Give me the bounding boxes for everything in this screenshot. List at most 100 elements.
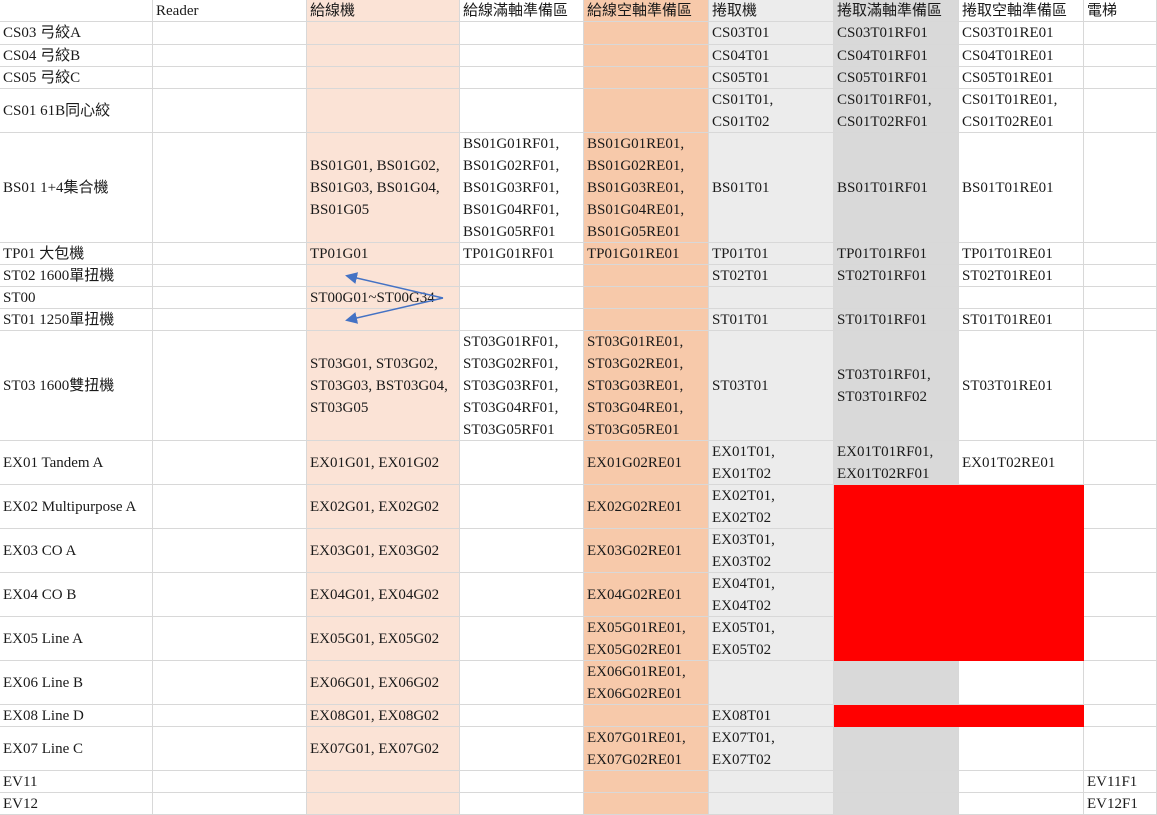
- table-cell[interactable]: [460, 287, 584, 309]
- table-cell[interactable]: [460, 67, 584, 89]
- table-cell[interactable]: ST02T01: [709, 265, 834, 287]
- row-label[interactable]: EX06 Line B: [0, 661, 153, 705]
- table-cell[interactable]: [153, 485, 307, 529]
- table-cell[interactable]: [307, 265, 460, 287]
- table-cell[interactable]: [153, 45, 307, 67]
- table-cell[interactable]: TP01G01: [307, 243, 460, 265]
- column-header[interactable]: [0, 0, 153, 22]
- table-cell[interactable]: ST02T01RF01: [834, 265, 959, 287]
- table-cell[interactable]: [584, 67, 709, 89]
- table-cell[interactable]: [584, 22, 709, 45]
- table-cell[interactable]: EX03G01, EX03G02: [307, 529, 460, 573]
- table-cell[interactable]: EX01T02RE01: [959, 441, 1084, 485]
- table-cell[interactable]: [1084, 617, 1157, 661]
- table-cell[interactable]: [959, 287, 1084, 309]
- table-cell[interactable]: EX02G01, EX02G02: [307, 485, 460, 529]
- table-cell[interactable]: [153, 243, 307, 265]
- table-cell[interactable]: EX08T01: [709, 705, 834, 727]
- table-cell[interactable]: [460, 705, 584, 727]
- table-cell[interactable]: [460, 485, 584, 529]
- table-cell[interactable]: CS05T01: [709, 67, 834, 89]
- table-cell[interactable]: CS01T01, CS01T02: [709, 89, 834, 133]
- table-cell[interactable]: ST03T01: [709, 331, 834, 441]
- table-cell[interactable]: [460, 22, 584, 45]
- table-cell[interactable]: CS04T01RF01: [834, 45, 959, 67]
- table-cell[interactable]: [460, 573, 584, 617]
- table-cell[interactable]: [307, 771, 460, 793]
- table-cell[interactable]: EV12F1: [1084, 793, 1157, 815]
- table-cell[interactable]: EX05G01RE01, EX05G02RE01: [584, 617, 709, 661]
- table-cell[interactable]: ST01T01: [709, 309, 834, 331]
- table-cell[interactable]: [153, 89, 307, 133]
- table-cell[interactable]: BS01G01RF01, BS01G02RF01, BS01G03RF01, B…: [460, 133, 584, 243]
- table-cell[interactable]: [1084, 705, 1157, 727]
- table-cell[interactable]: [307, 309, 460, 331]
- table-cell[interactable]: [153, 727, 307, 771]
- table-cell[interactable]: [709, 771, 834, 793]
- table-cell[interactable]: CS05T01RE01: [959, 67, 1084, 89]
- table-cell[interactable]: [834, 661, 959, 705]
- column-header[interactable]: 給線空軸準備區: [584, 0, 709, 22]
- table-cell[interactable]: EX02T01, EX02T02: [709, 485, 834, 529]
- table-cell[interactable]: CS05T01RF01: [834, 67, 959, 89]
- row-label[interactable]: CS04 弓絞B: [0, 45, 153, 67]
- table-cell[interactable]: TP01T01: [709, 243, 834, 265]
- table-cell[interactable]: EX03T01, EX03T02: [709, 529, 834, 573]
- table-cell[interactable]: [709, 661, 834, 705]
- table-cell[interactable]: EX08G01, EX08G02: [307, 705, 460, 727]
- row-label[interactable]: CS01 61B同心絞: [0, 89, 153, 133]
- table-cell[interactable]: ST02T01RE01: [959, 265, 1084, 287]
- table-cell[interactable]: ST03G01, ST03G02, ST03G03, BST03G04, ST0…: [307, 331, 460, 441]
- table-cell[interactable]: [1084, 287, 1157, 309]
- table-cell[interactable]: [1084, 133, 1157, 243]
- table-cell[interactable]: [153, 441, 307, 485]
- table-cell[interactable]: [1084, 45, 1157, 67]
- table-cell[interactable]: [1084, 661, 1157, 705]
- row-label[interactable]: ST02 1600單扭機: [0, 265, 153, 287]
- column-header[interactable]: 捲取滿軸準備區: [834, 0, 959, 22]
- table-cell[interactable]: CS04T01RE01: [959, 45, 1084, 67]
- table-cell[interactable]: CS03T01: [709, 22, 834, 45]
- table-cell[interactable]: [153, 529, 307, 573]
- table-cell[interactable]: [153, 661, 307, 705]
- row-label[interactable]: EX04 CO B: [0, 573, 153, 617]
- table-cell[interactable]: [959, 793, 1084, 815]
- row-label[interactable]: EV11: [0, 771, 153, 793]
- column-header[interactable]: 捲取機: [709, 0, 834, 22]
- table-cell[interactable]: BS01T01RE01: [959, 133, 1084, 243]
- table-cell[interactable]: [959, 485, 1084, 529]
- row-label[interactable]: EV12: [0, 793, 153, 815]
- table-cell[interactable]: [460, 265, 584, 287]
- table-cell[interactable]: [959, 727, 1084, 771]
- column-header[interactable]: Reader: [153, 0, 307, 22]
- table-cell[interactable]: [834, 793, 959, 815]
- column-header[interactable]: 電梯: [1084, 0, 1157, 22]
- table-cell[interactable]: [460, 617, 584, 661]
- table-cell[interactable]: [460, 45, 584, 67]
- table-cell[interactable]: ST01T01RF01: [834, 309, 959, 331]
- table-cell[interactable]: [584, 793, 709, 815]
- table-cell[interactable]: [834, 727, 959, 771]
- table-cell[interactable]: [1084, 441, 1157, 485]
- table-cell[interactable]: EX07G01RE01, EX07G02RE01: [584, 727, 709, 771]
- table-cell[interactable]: [153, 133, 307, 243]
- table-cell[interactable]: EV11F1: [1084, 771, 1157, 793]
- table-cell[interactable]: TP01G01RE01: [584, 243, 709, 265]
- table-cell[interactable]: [584, 705, 709, 727]
- table-cell[interactable]: [959, 771, 1084, 793]
- table-cell[interactable]: ST03T01RE01: [959, 331, 1084, 441]
- table-cell[interactable]: [307, 67, 460, 89]
- table-cell[interactable]: EX07T01, EX07T02: [709, 727, 834, 771]
- table-cell[interactable]: EX04G01, EX04G02: [307, 573, 460, 617]
- table-cell[interactable]: ST03G01RE01, ST03G02RE01, ST03G03RE01, S…: [584, 331, 709, 441]
- table-cell[interactable]: EX01T01, EX01T02: [709, 441, 834, 485]
- table-cell[interactable]: [584, 265, 709, 287]
- row-label[interactable]: TP01 大包機: [0, 243, 153, 265]
- table-cell[interactable]: [959, 573, 1084, 617]
- table-cell[interactable]: [307, 89, 460, 133]
- table-cell[interactable]: CS01T01RE01, CS01T02RE01: [959, 89, 1084, 133]
- table-cell[interactable]: [153, 22, 307, 45]
- row-label[interactable]: ST01 1250單扭機: [0, 309, 153, 331]
- table-cell[interactable]: [834, 573, 959, 617]
- table-cell[interactable]: ST03T01RF01, ST03T01RF02: [834, 331, 959, 441]
